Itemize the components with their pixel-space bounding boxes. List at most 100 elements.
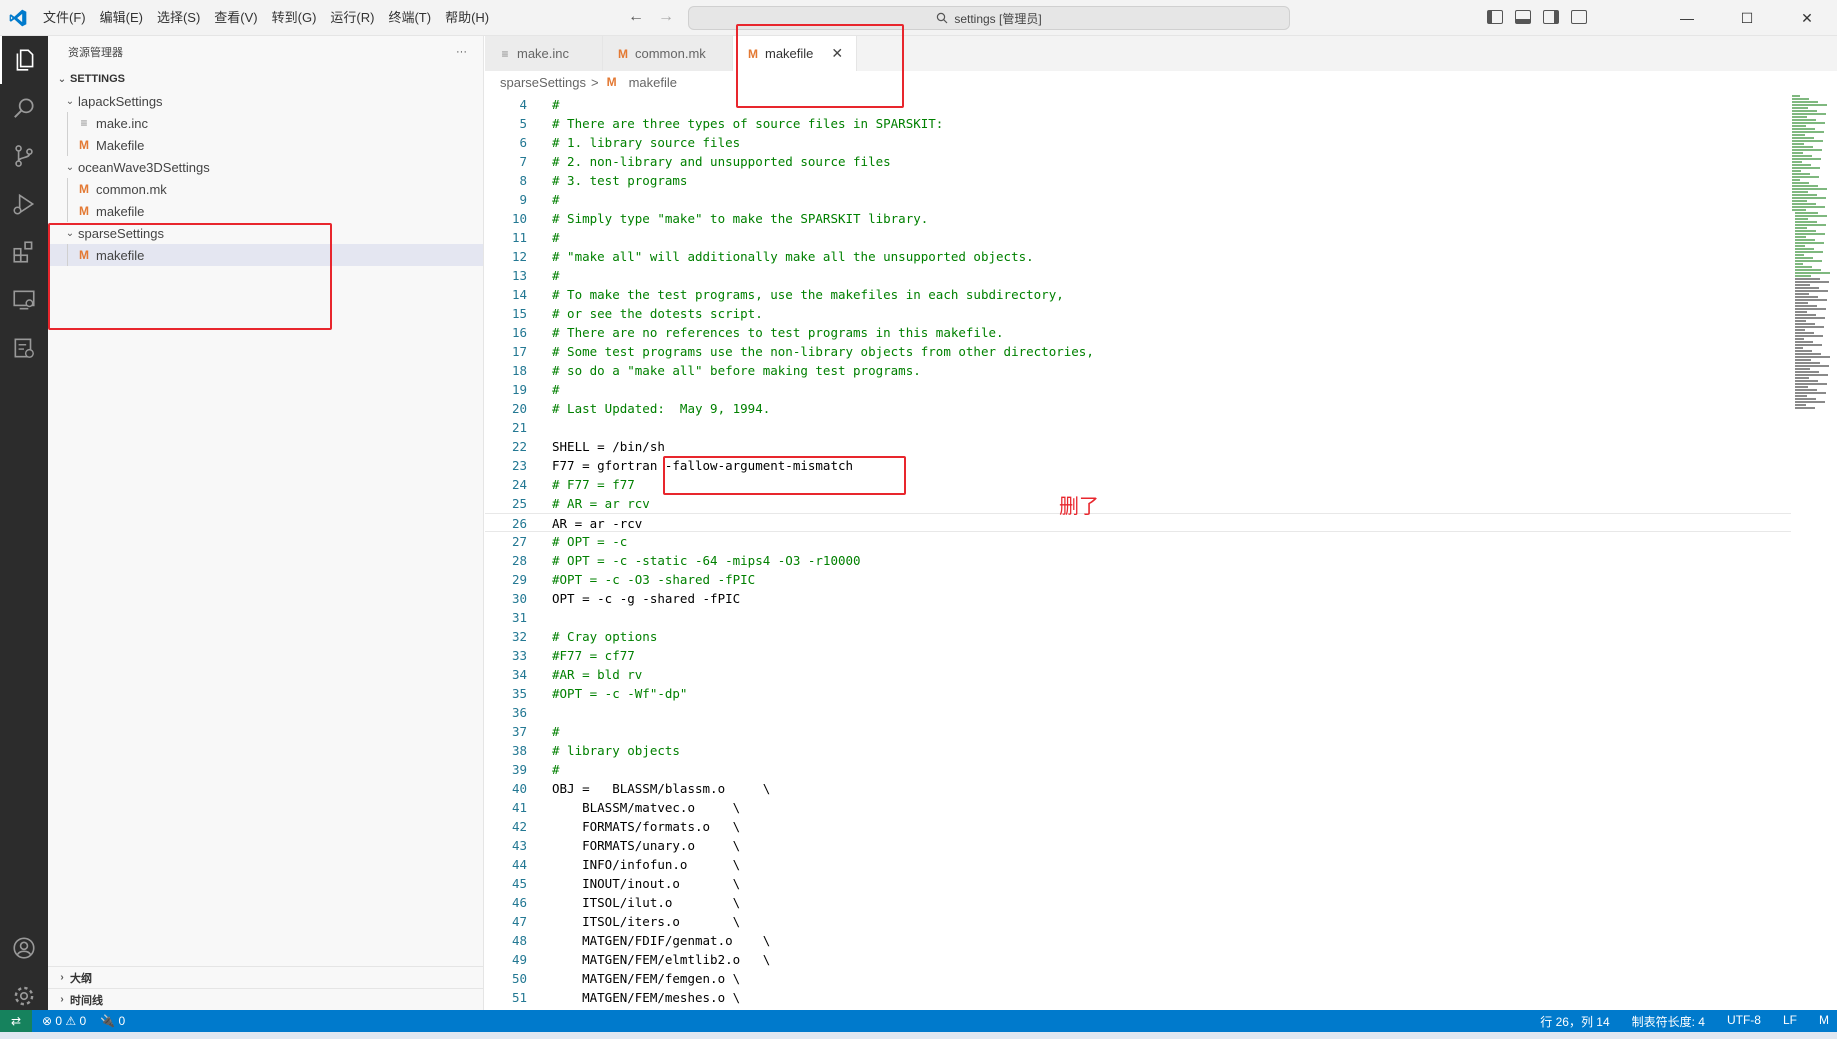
minimap-line xyxy=(1795,392,1826,394)
code-line: 38 # library objects xyxy=(485,741,1791,760)
menu-item[interactable]: 查看(V) xyxy=(207,0,264,36)
tree-folder[interactable]: ⌄ oceanWave3DSettings xyxy=(48,156,483,178)
minimap[interactable] xyxy=(1791,93,1837,1010)
cursor-position[interactable]: 行 26，列 14 xyxy=(1540,1013,1609,1030)
line-number: 18 xyxy=(511,363,527,378)
minimap-line xyxy=(1795,344,1822,346)
outline-section-header[interactable]: › 大纲 xyxy=(48,966,484,988)
menu-item[interactable]: 编辑(E) xyxy=(93,0,150,36)
line-number: 50 xyxy=(511,971,527,986)
menu-item[interactable]: 转到(G) xyxy=(265,0,324,36)
ports-status[interactable]: 🔌 0 xyxy=(100,1014,125,1028)
code-line: 42 FORMATS/formats.o \ xyxy=(485,817,1791,836)
breadcrumb-file[interactable]: makefile xyxy=(629,75,677,90)
minimap-line xyxy=(1795,296,1818,298)
menu-item[interactable]: 文件(F) xyxy=(36,0,93,36)
minimap-line xyxy=(1795,374,1828,376)
customize-layout-icon[interactable] xyxy=(1571,10,1587,24)
minimap-line xyxy=(1792,173,1810,175)
code-line: 17 # Some test programs use the non-libra… xyxy=(485,342,1791,361)
indent-guide xyxy=(67,200,68,222)
line-number: 39 xyxy=(511,762,527,777)
code-line: 20 # Last Updated: May 9, 1994. xyxy=(485,399,1791,418)
chevron-down-icon: ⌄ xyxy=(57,73,67,85)
more-actions-icon[interactable]: ··· xyxy=(456,46,467,58)
minimap-line xyxy=(1792,143,1804,145)
makefile-icon: M xyxy=(79,204,89,218)
language-mode[interactable]: M xyxy=(1819,1013,1829,1030)
minimap-line xyxy=(1792,98,1809,100)
tree-file[interactable]: M Makefile xyxy=(48,134,483,156)
code-line: 41 BLASSM/matvec.o \ xyxy=(485,798,1791,817)
tree-file[interactable]: Mmakefile xyxy=(48,200,483,222)
code-line: 26 AR = ar -rcv xyxy=(485,513,1791,532)
minimap-line xyxy=(1795,281,1829,283)
line-number: 43 xyxy=(511,838,527,853)
minimap-line xyxy=(1795,347,1803,349)
remote-explorer-icon[interactable] xyxy=(0,276,48,324)
minimap-line xyxy=(1792,125,1806,127)
minimap-line xyxy=(1792,188,1827,190)
extensions-icon[interactable] xyxy=(0,228,48,276)
toggle-panel-icon[interactable] xyxy=(1515,10,1531,24)
minimap-line xyxy=(1792,209,1806,211)
run-debug-icon[interactable] xyxy=(0,180,48,228)
accounts-icon[interactable] xyxy=(0,924,48,972)
end-of-line[interactable]: LF xyxy=(1783,1013,1797,1030)
line-number: 8 xyxy=(519,173,527,188)
tree-file[interactable]: Mcommon.mk xyxy=(48,178,483,200)
chevron-down-icon: ⌄ xyxy=(65,95,75,107)
line-number: 13 xyxy=(511,268,527,283)
problems-status[interactable]: ⊗ 0 ⚠ 0 xyxy=(42,1014,86,1028)
minimize-icon[interactable]: — xyxy=(1657,0,1717,36)
code-line: 21 xyxy=(485,418,1791,437)
search-icon[interactable] xyxy=(0,84,48,132)
line-number: 21 xyxy=(511,420,527,435)
minimap-line xyxy=(1792,137,1814,139)
encoding[interactable]: UTF-8 xyxy=(1727,1013,1761,1030)
breadcrumb-folder[interactable]: sparseSettings xyxy=(500,75,586,90)
close-window-icon[interactable]: ✕ xyxy=(1777,0,1837,36)
source-control-icon[interactable] xyxy=(0,132,48,180)
indent-guide xyxy=(67,112,68,134)
code-line: 39 # xyxy=(485,760,1791,779)
minimap-line xyxy=(1792,197,1826,199)
file-lines-icon: ≡ xyxy=(501,46,509,61)
toggle-secondary-sidebar-icon[interactable] xyxy=(1543,10,1559,24)
remote-indicator-icon[interactable]: ⇄ xyxy=(0,1010,32,1032)
minimap-line xyxy=(1792,113,1826,115)
testing-icon[interactable] xyxy=(0,324,48,372)
forward-arrow-icon[interactable]: → xyxy=(658,8,674,26)
menu-item[interactable]: 终端(T) xyxy=(381,0,438,36)
chevron-right-icon: › xyxy=(60,972,64,983)
back-arrow-icon[interactable]: ← xyxy=(628,8,644,26)
minimap-line xyxy=(1792,182,1809,184)
line-number: 26 xyxy=(511,516,527,531)
code-text: #OPT = -c -Wf"-dp" xyxy=(552,686,688,701)
maximize-icon[interactable]: ☐ xyxy=(1717,0,1777,36)
workspace-section-header[interactable]: ⌄ SETTINGS xyxy=(48,68,483,90)
tab-size[interactable]: 制表符长度: 4 xyxy=(1632,1013,1705,1030)
menu-item[interactable]: 选择(S) xyxy=(150,0,207,36)
minimap-line xyxy=(1795,224,1826,226)
tab-common-mk[interactable]: M common.mk xyxy=(603,36,733,71)
code-line: 34 #AR = bld rv xyxy=(485,665,1791,684)
code-line: 30 OPT = -c -g -shared -fPIC xyxy=(485,589,1791,608)
tree-folder[interactable]: ⌄ lapackSettings xyxy=(48,90,483,112)
code-editor[interactable]: 4 #5 # There are three types of source fil… xyxy=(485,95,1791,1010)
tab-make-inc[interactable]: ≡ make.inc xyxy=(485,36,603,71)
line-number: 6 xyxy=(519,135,527,150)
toggle-primary-sidebar-icon[interactable] xyxy=(1487,10,1503,24)
menu-item[interactable]: 帮助(H) xyxy=(438,0,496,36)
minimap-line xyxy=(1795,218,1808,220)
menu-item[interactable]: 运行(R) xyxy=(323,0,381,36)
minimap-line xyxy=(1792,104,1827,106)
tree-file[interactable]: ≡ make.inc xyxy=(48,112,483,134)
timeline-section-header[interactable]: › 时间线 xyxy=(48,988,484,1010)
explorer-icon[interactable] xyxy=(0,36,48,84)
code-text: FORMATS/formats.o \ xyxy=(552,819,741,834)
layout-controls xyxy=(1487,10,1587,24)
minimap-line xyxy=(1795,275,1811,277)
makefile-icon: M xyxy=(79,138,89,152)
minimap-line xyxy=(1795,353,1821,355)
